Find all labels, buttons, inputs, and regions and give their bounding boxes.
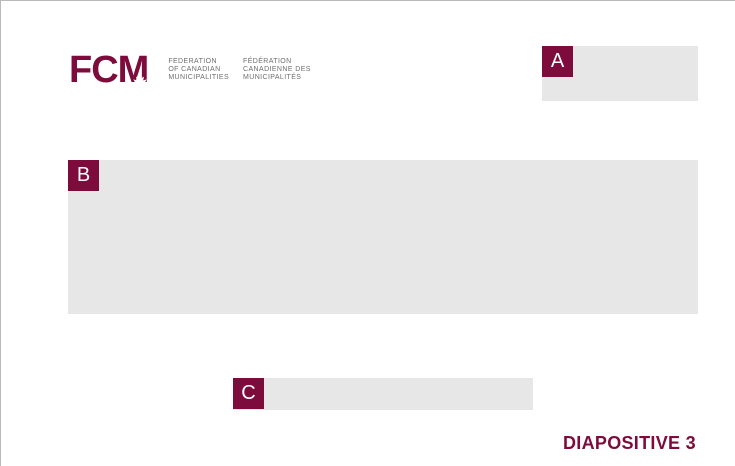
slide-canvas: FCM FEDERATION OF CANADIAN MUNICIPALITIE… bbox=[0, 0, 735, 466]
logo-french-line-2: CANADIENNE DES bbox=[243, 66, 311, 73]
placeholder-a[interactable]: A bbox=[542, 46, 698, 101]
slide-label: DIAPOSITIVE 3 bbox=[563, 433, 696, 453]
placeholder-c[interactable]: C bbox=[233, 378, 533, 410]
placeholder-tag-c: C bbox=[233, 378, 264, 409]
fcm-logo: FCM FEDERATION OF CANADIAN MUNICIPALITIE… bbox=[69, 51, 311, 90]
logo-mark: FCM bbox=[69, 51, 149, 90]
logo-english-line-1: FEDERATION bbox=[168, 58, 217, 65]
logo-french-name: FÉDÉRATION CANADIENNE DES MUNICIPALITÉS bbox=[243, 58, 311, 82]
logo-english-name: FEDERATION OF CANADIAN MUNICIPALITIES bbox=[168, 58, 229, 82]
placeholder-tag-a: A bbox=[542, 46, 573, 77]
logo-english-line-2: OF CANADIAN bbox=[168, 66, 221, 73]
placeholder-b[interactable]: B bbox=[68, 160, 698, 314]
logo-english-line-3: MUNICIPALITIES bbox=[168, 74, 230, 81]
logo-french-line-3: MUNICIPALITÉS bbox=[243, 74, 302, 81]
logo-french-line-1: FÉDÉRATION bbox=[243, 58, 292, 65]
placeholder-tag-b: B bbox=[68, 160, 99, 191]
maple-leaf-icon bbox=[132, 74, 148, 90]
